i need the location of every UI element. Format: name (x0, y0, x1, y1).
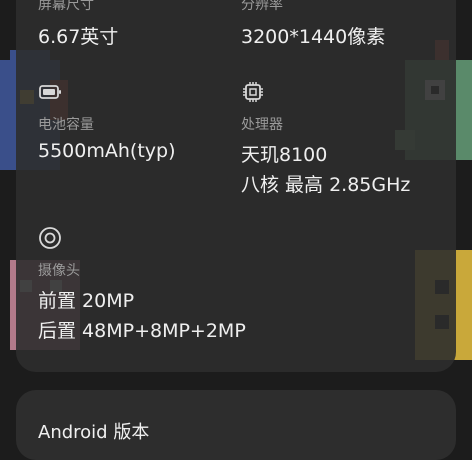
android-version-card[interactable]: Android 版本 (16, 390, 456, 460)
processor-name: 天玑8100 (241, 144, 328, 166)
chip-icon (243, 82, 263, 102)
camera-icon (39, 227, 61, 249)
screen-size-label: 屏幕尺寸 (38, 0, 94, 13)
resolution-label: 分辨率 (241, 0, 283, 13)
android-version-title: Android 版本 (38, 422, 150, 443)
battery-icon (39, 85, 61, 99)
camera-rear: 后置 48MP+8MP+2MP (38, 320, 246, 342)
resolution-value: 3200*1440像素 (241, 26, 386, 48)
battery-value: 5500mAh(typ) (38, 140, 176, 162)
camera-front: 前置 20MP (38, 290, 135, 312)
camera-label: 摄像头 (38, 263, 80, 279)
screen-size-value: 6.67英寸 (38, 26, 119, 48)
processor-cores: 八核 最高 2.85GHz (241, 174, 411, 196)
battery-label: 电池容量 (38, 117, 94, 133)
processor-label: 处理器 (241, 117, 283, 133)
specs-card: 屏幕尺寸 6.67英寸 分辨率 3200*1440像素 电池容量 5500mAh… (16, 0, 456, 372)
